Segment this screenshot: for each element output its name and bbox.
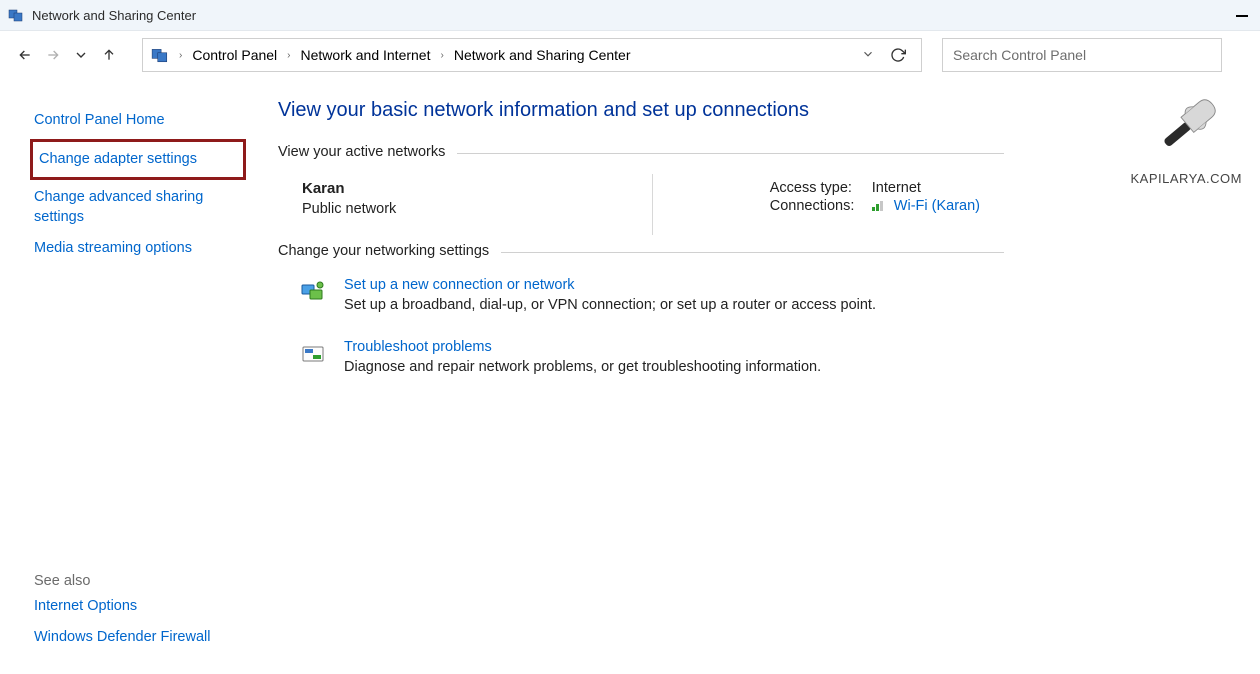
highlight-box: Change adapter settings	[30, 139, 246, 181]
network-row: Karan Public network Access type: Intern…	[278, 174, 1004, 243]
search-box[interactable]	[942, 38, 1222, 72]
connections-label: Connections:	[770, 198, 862, 214]
forward-button[interactable]	[42, 44, 64, 66]
sidebar-link-advanced-sharing[interactable]: Change advanced sharing settings	[30, 182, 246, 233]
access-type-value: Internet	[872, 180, 921, 196]
setting-item-setup-connection: Set up a new connection or network Set u…	[300, 277, 1238, 313]
setting-desc: Diagnose and repair network problems, or…	[344, 359, 821, 375]
up-button[interactable]	[98, 44, 120, 66]
network-setup-icon	[300, 279, 326, 305]
connection-link[interactable]: Wi-Fi (Karan)	[894, 198, 980, 214]
app-icon	[8, 7, 24, 23]
setting-desc: Set up a broadband, dial-up, or VPN conn…	[344, 297, 876, 313]
see-also-label: See also	[30, 567, 246, 591]
page-title: View your basic network information and …	[278, 99, 1238, 122]
section-label: Change your networking settings	[278, 243, 489, 259]
main-content: KAPILARYA.COM View your basic network in…	[260, 79, 1260, 674]
divider	[457, 153, 1004, 154]
see-also-internet-options[interactable]: Internet Options	[30, 591, 246, 623]
chevron-right-icon[interactable]: ›	[438, 50, 445, 61]
location-icon	[151, 46, 169, 64]
toolbar: › Control Panel › Network and Internet ›…	[0, 31, 1260, 79]
troubleshoot-icon	[300, 341, 326, 367]
section-change-settings: Change your networking settings	[278, 243, 1004, 259]
vertical-divider	[652, 174, 653, 235]
wifi-signal-icon	[872, 199, 886, 211]
sidebar: Control Panel Home Change adapter settin…	[0, 79, 260, 674]
window-titlebar: Network and Sharing Center	[0, 0, 1260, 31]
recent-dropdown[interactable]	[70, 44, 92, 66]
access-type-label: Access type:	[770, 180, 862, 196]
sidebar-link-home[interactable]: Control Panel Home	[30, 105, 246, 137]
address-dropdown[interactable]	[861, 47, 875, 64]
section-active-networks: View your active networks	[278, 144, 1004, 160]
minimize-button[interactable]	[1236, 15, 1248, 17]
refresh-button[interactable]	[883, 39, 913, 71]
chevron-right-icon[interactable]: ›	[285, 50, 292, 61]
breadcrumb-item[interactable]: Network and Internet	[301, 47, 431, 63]
see-also-firewall[interactable]: Windows Defender Firewall	[30, 622, 246, 654]
setting-item-troubleshoot: Troubleshoot problems Diagnose and repai…	[300, 339, 1238, 375]
sidebar-link-adapter[interactable]: Change adapter settings	[35, 144, 241, 176]
back-button[interactable]	[14, 44, 36, 66]
window-title: Network and Sharing Center	[32, 8, 196, 23]
address-bar[interactable]: › Control Panel › Network and Internet ›…	[142, 38, 922, 72]
watermark-text: KAPILARYA.COM	[1131, 171, 1243, 186]
setting-title[interactable]: Troubleshoot problems	[344, 339, 821, 355]
sidebar-link-media-streaming[interactable]: Media streaming options	[30, 233, 246, 265]
watermark: KAPILARYA.COM	[1131, 81, 1243, 186]
divider	[501, 252, 1004, 253]
network-name: Karan	[302, 180, 396, 197]
search-input[interactable]	[953, 47, 1211, 63]
setting-title[interactable]: Set up a new connection or network	[344, 277, 876, 293]
network-type: Public network	[302, 201, 396, 217]
breadcrumb-item[interactable]: Network and Sharing Center	[454, 47, 631, 63]
section-label: View your active networks	[278, 144, 445, 160]
chevron-right-icon[interactable]: ›	[177, 50, 184, 61]
breadcrumb-item[interactable]: Control Panel	[192, 47, 277, 63]
